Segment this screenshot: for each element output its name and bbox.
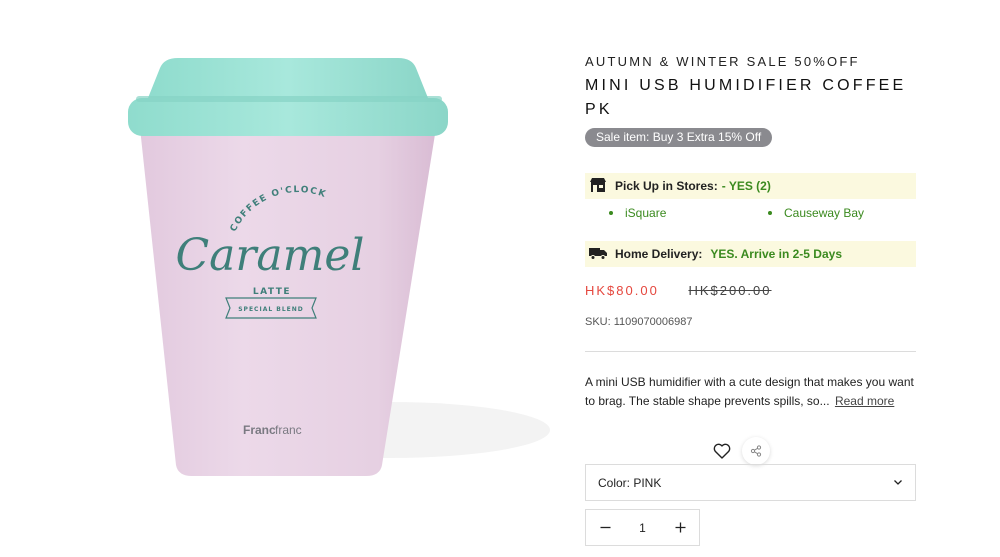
sku: SKU: 1109070006987	[585, 316, 693, 328]
delivery-status: YES. Arrive in 2-5 Days	[710, 247, 842, 261]
pickup-availability: Pick Up in Stores: - YES (2)	[585, 173, 916, 199]
delivery-availability: Home Delivery: YES. Arrive in 2-5 Days	[585, 241, 916, 267]
quantity-value[interactable]: 1	[639, 521, 646, 535]
brand-logo: Franc franc	[243, 423, 302, 437]
sale-label: AUTUMN & WINTER SALE 50%OFF	[585, 54, 860, 69]
increase-quantity-button[interactable]	[673, 521, 687, 535]
list-item[interactable]: iSquare	[609, 206, 666, 220]
price-row: HK$80.00 HK$200.00	[585, 283, 772, 298]
wishlist-button[interactable]	[711, 440, 733, 462]
color-select[interactable]: Color: PINK	[585, 464, 916, 501]
brand-bold: Franc	[243, 423, 276, 437]
bullet-icon	[609, 210, 613, 215]
quantity-stepper: 1	[585, 509, 700, 546]
brand-light: franc	[275, 423, 302, 437]
minus-icon	[600, 526, 610, 529]
product-title: MINI USB HUMIDIFIER COFFEE PK	[585, 77, 907, 118]
share-button[interactable]	[742, 437, 770, 465]
chevron-down-icon	[894, 480, 902, 485]
storefront-icon	[589, 177, 607, 196]
color-select-value: Color: PINK	[598, 475, 662, 490]
product-image: COFFEE O'CLOCK Caramel LATTE SPECIAL BLE…	[60, 10, 560, 550]
sale-badge: Sale item: Buy 3 Extra 15% Off	[585, 128, 773, 147]
store-name: Causeway Bay	[784, 206, 865, 220]
original-price: HK$200.00	[688, 283, 772, 298]
read-more-link[interactable]: Read more	[835, 394, 894, 408]
cup-sub-text: LATTE	[253, 287, 291, 297]
divider	[585, 351, 916, 352]
plus-icon	[675, 522, 685, 533]
pickup-label: Pick Up in Stores:	[615, 179, 718, 193]
delivery-label: Home Delivery:	[615, 247, 703, 261]
heart-icon	[713, 443, 731, 459]
current-price: HK$80.00	[585, 283, 659, 298]
pickup-status: - YES (2)	[721, 179, 771, 193]
product-description: A mini USB humidifier with a cute design…	[585, 373, 920, 411]
bullet-icon	[768, 210, 772, 215]
store-name: iSquare	[625, 206, 667, 220]
list-item[interactable]: Causeway Bay	[768, 206, 864, 220]
decrease-quantity-button[interactable]	[598, 521, 612, 535]
share-icon	[750, 445, 762, 457]
delivery-truck-icon	[589, 246, 607, 263]
cup-script-text: Caramel	[176, 230, 365, 281]
cup-banner-text: SPECIAL BLEND	[238, 306, 304, 313]
